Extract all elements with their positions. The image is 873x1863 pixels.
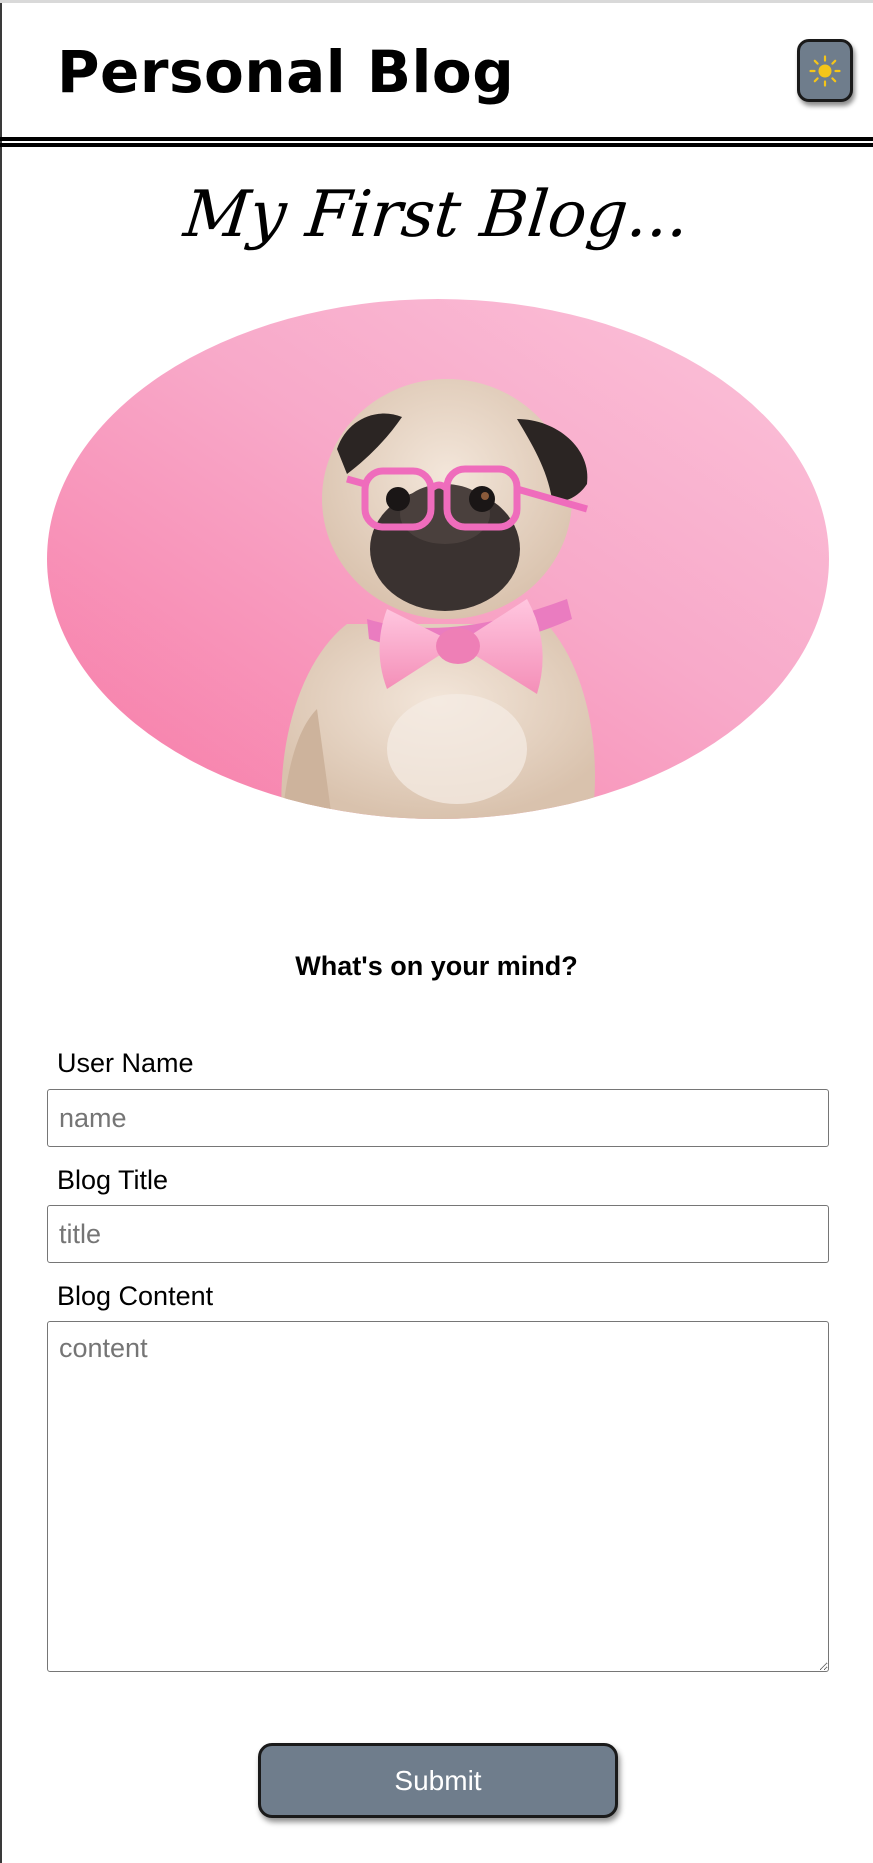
window-edge (0, 3, 2, 1863)
form-prompt: What's on your mind? (295, 951, 578, 981)
username-input[interactable] (47, 1089, 829, 1147)
header-divider (0, 137, 873, 147)
blog-title-input[interactable] (47, 1205, 829, 1263)
site-title: Personal Blog (57, 38, 515, 106)
blog-heading: My First Blog... (180, 178, 693, 252)
blog-content-label: Blog Content (57, 1281, 214, 1311)
submit-button[interactable]: Submit (258, 1743, 618, 1818)
hero-image (47, 299, 829, 819)
blog-title-label: Blog Title (57, 1165, 169, 1195)
sun-icon (809, 54, 841, 87)
theme-toggle-button[interactable] (797, 39, 853, 102)
blog-content-textarea[interactable] (47, 1321, 829, 1672)
site-header: Personal Blog (0, 3, 873, 147)
username-label: User Name (57, 1048, 194, 1078)
